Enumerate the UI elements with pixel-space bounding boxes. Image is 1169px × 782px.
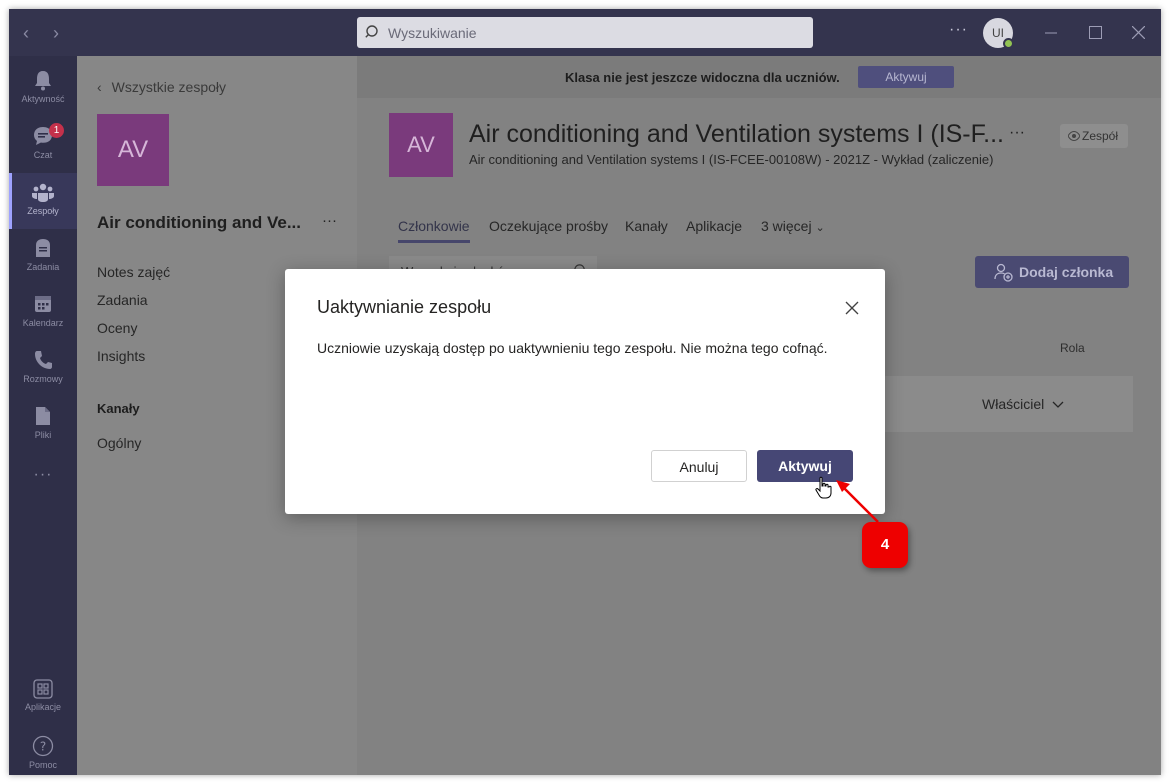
title-bar: ‹ › Wyszukiwanie ··· UI <box>9 9 1161 56</box>
search-box[interactable]: Wyszukiwanie <box>357 17 813 48</box>
search-placeholder: Wyszukiwanie <box>388 25 477 41</box>
team-avatar-large: AV <box>389 113 453 177</box>
teams-icon <box>32 183 54 202</box>
column-header-role: Rola <box>1060 341 1085 355</box>
assignments-icon <box>36 239 50 257</box>
back-arrow-icon[interactable]: ‹ <box>23 23 29 44</box>
all-teams-label: Wszystkie zespoły <box>111 79 227 95</box>
rail-label: Czat <box>33 150 53 160</box>
rail-item-assignments[interactable]: Zadania <box>9 229 77 285</box>
tab-pending-requests[interactable]: Oczekujące prośby <box>489 218 608 234</box>
role-value: Właściciel <box>982 396 1045 412</box>
add-person-icon <box>994 263 1013 282</box>
banner-activate-button[interactable]: Aktywuj <box>858 66 954 88</box>
rail-item-chat[interactable]: Czat 1 <box>9 117 77 173</box>
add-member-label: Dodaj członka <box>1019 264 1114 280</box>
team-more-icon[interactable]: ··· <box>322 212 337 229</box>
rail-item-teams[interactable]: Zespoły <box>9 173 77 229</box>
rail-item-files[interactable]: Pliki <box>9 397 77 453</box>
step-number-badge: 4 <box>862 522 908 568</box>
rail-label: Pomoc <box>28 760 57 770</box>
activate-team-dialog: Uaktywnianie zespołu Uczniowie uzyskają … <box>285 269 885 514</box>
dialog-message: Uczniowie uzyskają dostęp po uaktywnieni… <box>317 340 828 356</box>
cancel-button[interactable]: Anuluj <box>651 450 747 482</box>
tab-apps[interactable]: Aplikacje <box>686 218 742 234</box>
rail-label: Zadania <box>26 262 60 272</box>
more-apps-icon[interactable]: ··· <box>9 466 77 484</box>
activation-banner: Klasa nie jest jeszcze widoczna dla uczn… <box>357 56 1161 98</box>
rail-item-calls[interactable]: Rozmowy <box>9 341 77 397</box>
nav-item-insights[interactable]: Insights <box>97 348 145 364</box>
channels-heading: Kanały <box>97 401 140 416</box>
forward-arrow-icon[interactable]: › <box>53 23 59 44</box>
nav-item-class-notebook[interactable]: Notes zajęć <box>97 264 170 280</box>
more-options-icon[interactable]: ··· <box>949 21 968 39</box>
rail-label: Rozmowy <box>23 374 63 384</box>
rail-item-calendar[interactable]: Kalendarz <box>9 285 77 341</box>
channel-item-general[interactable]: Ogólny <box>97 435 141 451</box>
banner-text: Klasa nie jest jeszcze widoczna dla uczn… <box>565 70 840 85</box>
chevron-left-icon: ‹ <box>97 79 102 95</box>
all-teams-link[interactable]: ‹ Wszystkie zespoły <box>97 79 226 95</box>
chevron-down-icon: ⌄ <box>815 222 825 234</box>
role-dropdown[interactable]: Właściciel <box>982 396 1064 412</box>
rail-item-help[interactable]: ? Pomoc <box>9 727 77 775</box>
chevron-down-icon <box>1052 396 1064 412</box>
rail-label: Zespoły <box>27 206 59 216</box>
app-rail: Aktywność Czat 1 Zespoły Zadania Kalenda… <box>9 56 77 775</box>
minimize-icon[interactable] <box>1045 27 1057 39</box>
team-pill-label: Zespół <box>1082 129 1119 143</box>
rail-item-activity[interactable]: Aktywność <box>9 61 77 117</box>
tab-channels[interactable]: Kanały <box>625 218 668 234</box>
phone-icon <box>35 351 52 369</box>
close-window-icon[interactable] <box>1132 26 1145 39</box>
bell-icon <box>35 71 51 91</box>
team-title: Air conditioning and Ventilation systems… <box>469 120 1004 148</box>
unread-badge: 1 <box>49 123 64 138</box>
rail-label: Aktywność <box>21 94 65 104</box>
svg-text:?: ? <box>40 740 46 754</box>
rail-label: Kalendarz <box>22 318 64 328</box>
rail-label: Pliki <box>34 430 52 440</box>
hand-cursor-icon <box>815 476 832 499</box>
team-title-more-icon[interactable]: ··· <box>1009 124 1025 142</box>
tab-members[interactable]: Członkowie <box>398 218 470 243</box>
team-visibility-pill[interactable]: Zespół <box>1060 124 1128 148</box>
team-name: Air conditioning and Ve... <box>97 213 302 232</box>
calendar-icon <box>35 296 51 312</box>
maximize-icon[interactable] <box>1089 26 1102 39</box>
rail-label: Aplikacje <box>24 702 62 712</box>
apps-icon <box>33 679 53 699</box>
tab-more[interactable]: 3 więcej ⌄ <box>761 218 825 234</box>
add-member-button[interactable]: Dodaj członka <box>975 256 1129 288</box>
close-icon[interactable] <box>843 299 861 317</box>
help-icon: ? <box>32 735 54 757</box>
eye-icon <box>1068 130 1080 142</box>
dialog-title: Uaktywnianie zespołu <box>317 297 492 317</box>
presence-status-icon <box>1003 38 1014 49</box>
team-avatar: AV <box>97 114 169 186</box>
file-icon <box>36 407 50 425</box>
nav-item-grades[interactable]: Oceny <box>97 320 137 336</box>
nav-item-assignments[interactable]: Zadania <box>97 292 148 308</box>
team-description: Air conditioning and Ventilation systems… <box>469 152 994 167</box>
rail-item-apps[interactable]: Aplikacje <box>9 671 77 727</box>
annotation-arrow-icon <box>836 480 879 523</box>
tab-more-label: 3 więcej <box>761 218 812 234</box>
search-icon <box>365 25 378 38</box>
